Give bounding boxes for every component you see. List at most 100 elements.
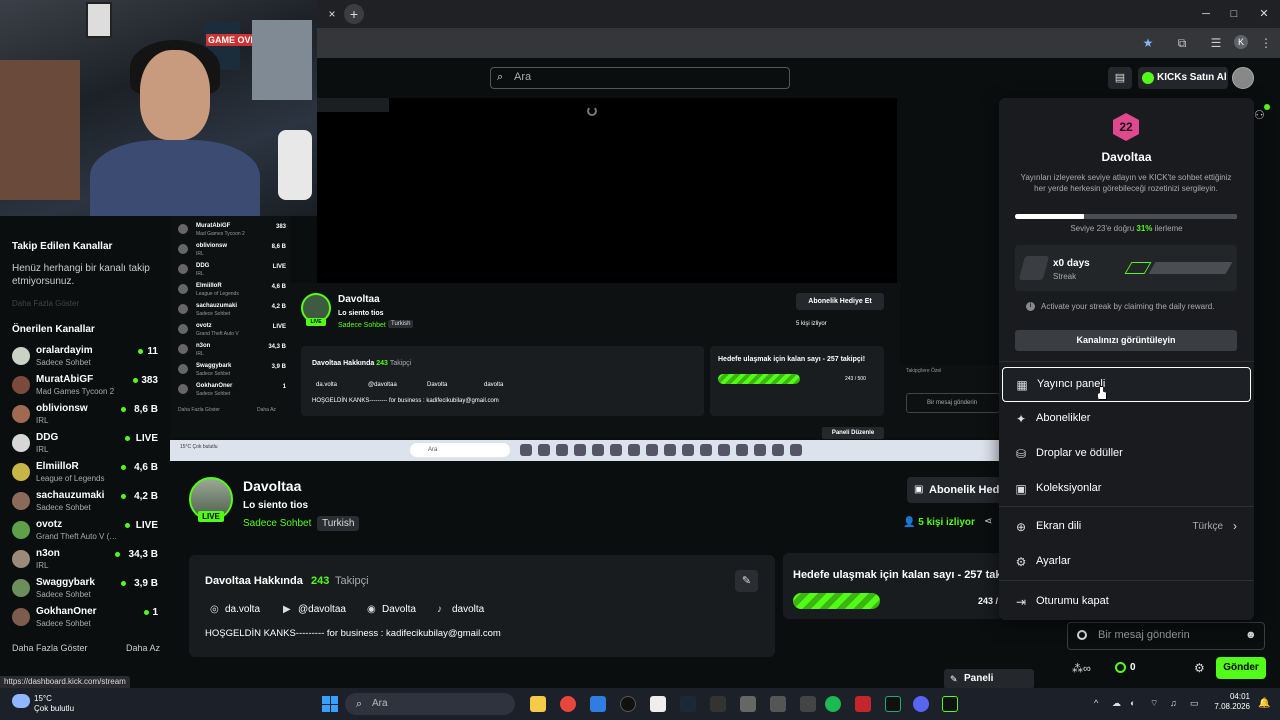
chat-settings-gear-icon[interactable]: ⚙ xyxy=(1194,661,1205,675)
sidebar-channel-item[interactable]: GokhanOner Sadece Sohbet 1 xyxy=(0,602,170,631)
nested-channel-avatar xyxy=(178,224,188,234)
taskbar-search[interactable] xyxy=(345,693,515,715)
nested-channel-avatar xyxy=(178,324,188,334)
tray-icon[interactable]: ◐ xyxy=(1130,698,1135,708)
nested-viewer-count: 383 xyxy=(275,224,286,230)
menu-item-creator-dashboard[interactable]: ▦ Yayıncı paneli xyxy=(1002,367,1251,402)
close-window-button[interactable]: ✕ xyxy=(1256,6,1272,22)
menu-item-collections[interactable]: ▣ Koleksiyonlar xyxy=(1002,472,1251,507)
app-icon[interactable] xyxy=(770,696,786,712)
stream-category-link[interactable]: Sadece Sohbet xyxy=(243,518,311,529)
edit-about-button[interactable]: ✎ xyxy=(735,570,758,592)
user-avatar-button[interactable] xyxy=(1232,67,1254,89)
maximize-button[interactable]: □ xyxy=(1226,6,1242,22)
app-icon[interactable] xyxy=(855,696,871,712)
kick-app-icon[interactable] xyxy=(942,696,958,712)
chrome-icon[interactable] xyxy=(560,696,576,712)
library-button[interactable]: ▤ xyxy=(1108,67,1132,89)
battery-icon[interactable]: ▭ xyxy=(1190,698,1199,709)
browser-profile-avatar[interactable]: K xyxy=(1234,35,1248,49)
nested-app-icon xyxy=(700,444,712,456)
sidebar-channel-item[interactable]: DDG IRL LIVE xyxy=(0,428,170,457)
sidebar-channel-item[interactable]: MuratAbiGF Mad Games Tycoon 2 383 xyxy=(0,370,170,399)
discord-taskbar-icon[interactable] xyxy=(913,696,929,712)
channel-avatar xyxy=(12,550,30,568)
sidebar-channel-item[interactable]: n3on IRL 34,3 B xyxy=(0,544,170,573)
status-bar-url: https://dashboard.kick.com/stream xyxy=(0,676,130,688)
nested-channel-avatar xyxy=(178,264,188,274)
obs-icon[interactable] xyxy=(620,696,636,712)
sidebar-channel-item[interactable]: ElmiilloR League of Legends 4,6 B xyxy=(0,457,170,486)
sidebar-channel-item[interactable]: sachauzumaki Sadece Sohbet 4,2 B xyxy=(0,486,170,515)
viewer-count: 4,2 B xyxy=(134,491,158,502)
nested-channel-item: oblivionsw IRL 8,6 B xyxy=(178,241,286,261)
nested-show-more: Daha Fazla Göster xyxy=(178,407,220,413)
menu-item-logout[interactable]: ⇥ Oturumu kapat xyxy=(1002,585,1251,620)
sidebar-channel-item[interactable]: Swaggybark Sadece Sohbet 3,9 B xyxy=(0,573,170,602)
send-button[interactable]: Gönder xyxy=(1216,657,1266,679)
volume-icon[interactable]: ♫ xyxy=(1170,698,1177,708)
sidebar-show-less[interactable]: Daha Az xyxy=(126,643,160,653)
nested-channel-item: MuratAbiGF Mad Games Tycoon 2 383 xyxy=(178,221,286,241)
social-discord-link[interactable]: Davolta xyxy=(382,604,416,615)
extensions-icon[interactable]: ⧉ xyxy=(1174,35,1190,51)
tab-close-button[interactable]: × xyxy=(324,6,340,22)
menu-item-settings[interactable]: ⚙ Ayarlar xyxy=(1002,545,1251,580)
nested-video-player[interactable] xyxy=(317,98,897,283)
sidebar-channel-item[interactable]: oralardayim Sadece Sohbet 11 xyxy=(0,341,170,370)
viewer-count: LIVE xyxy=(135,520,158,531)
nested-channel-name: GokhanOner xyxy=(196,383,233,389)
discord-icon: ◉ xyxy=(367,604,376,615)
menu-item-display-language[interactable]: ⊕ Ekran dili Türkçe › xyxy=(1002,510,1251,545)
emoji-icon[interactable]: ☻ xyxy=(1245,629,1257,641)
view-channel-button[interactable]: Kanalınızı görüntüleyin xyxy=(1015,330,1237,351)
menu-item-label: Droplar ve ödüller xyxy=(1036,447,1123,459)
reading-list-icon[interactable]: ☰ xyxy=(1208,35,1224,51)
app-icon[interactable] xyxy=(740,696,756,712)
minimize-button[interactable]: ─ xyxy=(1198,6,1214,22)
tray-icon[interactable]: ☁ xyxy=(1112,698,1121,709)
nested-taskbar-apps xyxy=(520,444,840,456)
social-tiktok-link[interactable]: davolta xyxy=(452,604,484,615)
file-explorer-icon[interactable] xyxy=(530,696,546,712)
nested-edit-panel-button: Paneli Düzenle xyxy=(822,427,884,439)
sidebar-channel-item[interactable]: oblivionsw IRL 8,6 B xyxy=(0,399,170,428)
app-icon[interactable] xyxy=(710,696,726,712)
search-input[interactable] xyxy=(490,67,790,89)
language-tag[interactable]: Turkish xyxy=(317,516,360,531)
nested-channel-item: ovotz Grand Theft Auto V LIVE xyxy=(178,321,286,341)
nested-viewer-count: 3,9 B xyxy=(271,364,286,370)
tray-overflow-icon[interactable]: ^ xyxy=(1094,698,1098,708)
taskbar-clock[interactable]: 04:01 7.08.2026 xyxy=(1212,692,1250,712)
weather-widget[interactable]: 15°C Çok bulutlu xyxy=(34,694,74,714)
nested-viewer-count: 34,3 B xyxy=(268,344,286,350)
new-tab-button[interactable]: + xyxy=(344,4,364,24)
app-icon[interactable] xyxy=(800,696,816,712)
notification-bell-icon[interactable]: 🔔 xyxy=(1258,698,1270,709)
chat-users-icon[interactable]: ⚇ xyxy=(1254,108,1265,122)
network-icon[interactable]: ⌔ xyxy=(1150,698,1158,709)
sidebar-channel-item[interactable]: ovotz Grand Theft Auto V (… LIVE xyxy=(0,515,170,544)
share-icon[interactable]: ⋖ xyxy=(984,516,992,527)
steam-icon[interactable] xyxy=(680,696,696,712)
chat-rules-icon[interactable]: ⁂∞ xyxy=(1072,662,1091,675)
terminal-icon[interactable] xyxy=(885,696,901,712)
channel-avatar xyxy=(12,405,30,423)
followed-show-more[interactable]: Daha Fazla Göster xyxy=(12,299,79,308)
clock-date: 7.08.2026 xyxy=(1214,702,1250,711)
menu-item-subscriptions[interactable]: ✦ Abonelikler xyxy=(1002,402,1251,437)
social-instagram-link[interactable]: da.volta xyxy=(225,604,260,615)
follower-label: Takipçi xyxy=(335,575,369,587)
bookmark-star-icon[interactable]: ★ xyxy=(1140,35,1156,51)
windows-start-icon[interactable] xyxy=(322,696,338,712)
menu-item-drops-rewards[interactable]: ⛁ Droplar ve ödüller xyxy=(1002,437,1251,472)
browser-menu-icon[interactable]: ⋮ xyxy=(1258,35,1274,51)
social-youtube-link[interactable]: @davoltaa xyxy=(298,604,346,615)
channel-name[interactable]: Davoltaa xyxy=(243,478,301,494)
channel-avatar xyxy=(12,608,30,626)
app-icon[interactable] xyxy=(650,696,666,712)
weather-cloud-icon[interactable] xyxy=(12,694,30,708)
app-icon[interactable] xyxy=(590,696,606,712)
sidebar-show-more[interactable]: Daha Fazla Göster xyxy=(12,643,88,653)
spotify-icon[interactable] xyxy=(825,696,841,712)
